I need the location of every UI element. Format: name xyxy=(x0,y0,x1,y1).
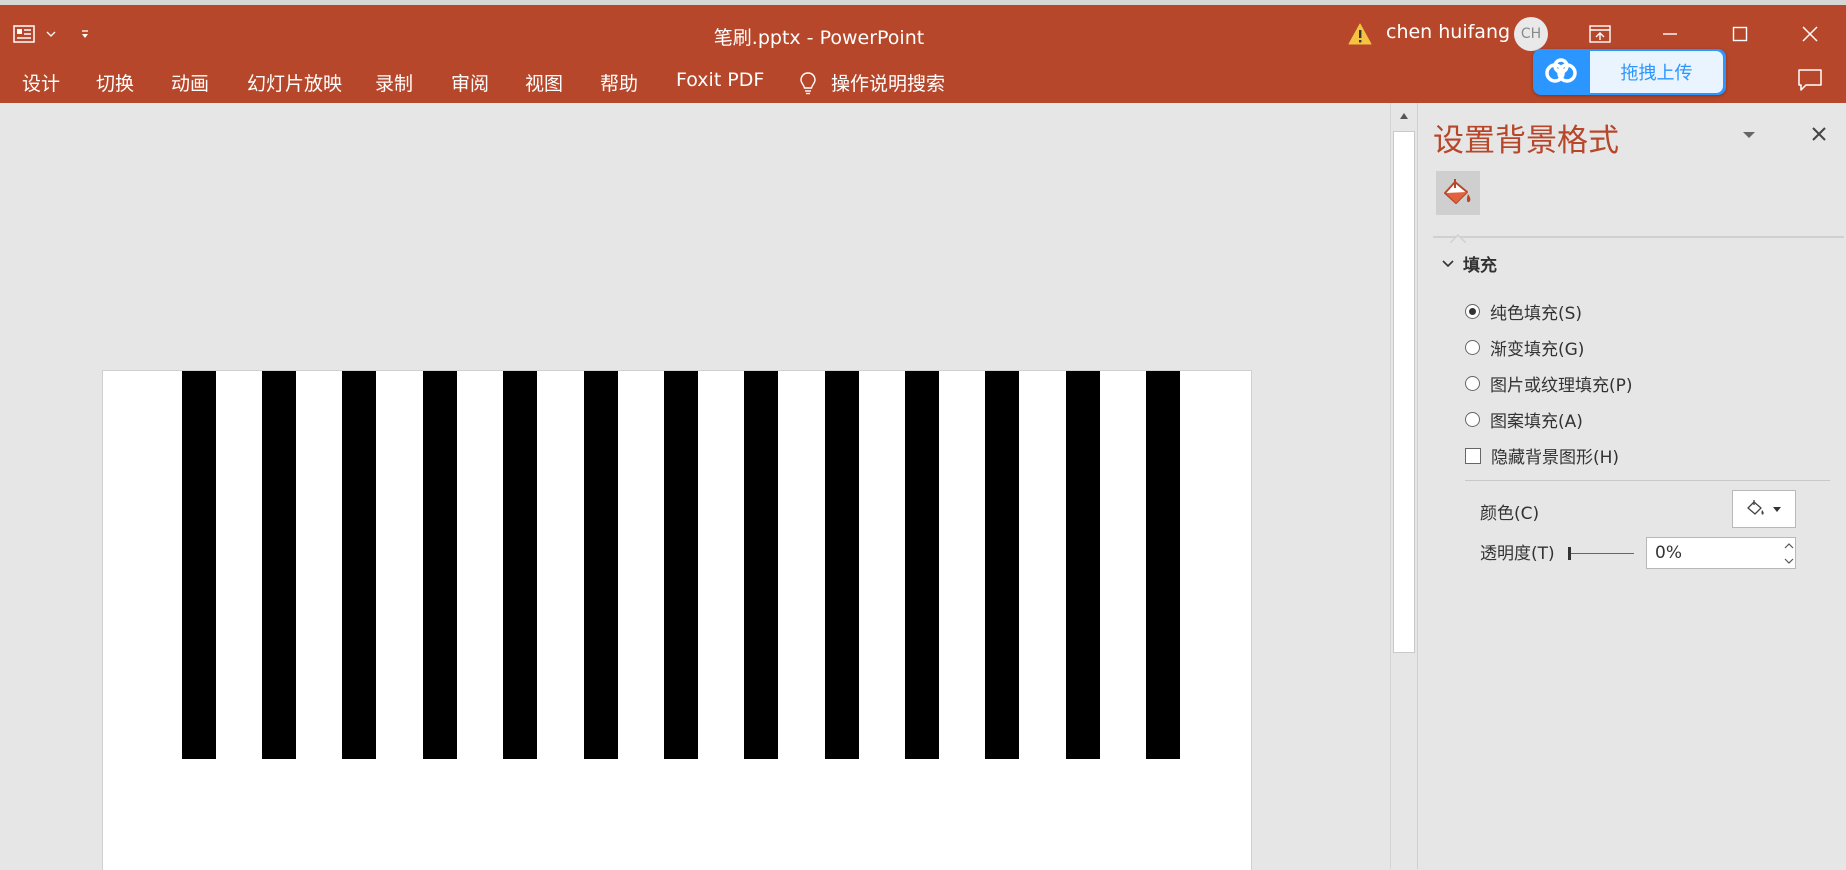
stripe[interactable] xyxy=(985,371,1019,759)
pane-divider xyxy=(1465,480,1830,481)
slide[interactable] xyxy=(102,370,1252,870)
vertical-scrollbar[interactable] xyxy=(1390,103,1417,869)
chevron-down-icon xyxy=(1442,259,1454,268)
tab-record[interactable]: 录制 xyxy=(375,69,413,96)
solid-fill-option[interactable]: 纯色填充(S) xyxy=(1465,299,1582,324)
minimize-icon[interactable] xyxy=(1655,19,1685,49)
stripe[interactable] xyxy=(423,371,457,759)
paint-bucket-icon xyxy=(1746,499,1766,519)
avatar[interactable]: CH xyxy=(1514,17,1548,51)
slide-canvas[interactable] xyxy=(0,103,1390,870)
tab-review[interactable]: 审阅 xyxy=(451,69,489,96)
picture-fill-option[interactable]: 图片或纹理填充(P) xyxy=(1465,371,1633,396)
pane-title: 设置背景格式 xyxy=(1433,123,1619,159)
tell-me-search-label: 操作说明搜索 xyxy=(831,73,946,95)
transparency-slider-knob[interactable] xyxy=(1568,547,1571,560)
gradient-fill-option[interactable]: 渐变填充(G) xyxy=(1465,335,1584,360)
fill-section-header[interactable]: 填充 xyxy=(1442,251,1497,276)
cloud-logo-icon xyxy=(1543,58,1579,90)
gradient-fill-radio[interactable] xyxy=(1465,340,1480,355)
tab-animations[interactable]: 动画 xyxy=(171,69,209,96)
cloud-upload-widget[interactable]: 拖拽上传 xyxy=(1533,49,1726,95)
paint-bucket-icon xyxy=(1441,176,1475,210)
tab-divider xyxy=(1433,236,1844,238)
stripe[interactable] xyxy=(182,371,216,759)
stripe[interactable] xyxy=(584,371,618,759)
picture-fill-radio[interactable] xyxy=(1465,376,1480,391)
spin-down-icon[interactable] xyxy=(1782,554,1796,568)
pattern-fill-option[interactable]: 图案填充(A) xyxy=(1465,407,1583,432)
tab-view[interactable]: 视图 xyxy=(525,69,563,96)
pane-options-dropdown-icon[interactable] xyxy=(1739,125,1759,145)
pattern-fill-radio[interactable] xyxy=(1465,412,1480,427)
user-name[interactable]: chen huifang xyxy=(1386,21,1510,43)
maximize-icon[interactable] xyxy=(1725,19,1755,49)
color-picker-button[interactable] xyxy=(1732,490,1796,528)
fill-section-label: 填充 xyxy=(1463,256,1497,276)
hide-background-checkbox[interactable] xyxy=(1465,447,1481,464)
hide-background-label: 隐藏背景图形(H) xyxy=(1491,448,1620,468)
upload-label: 拖拽上传 xyxy=(1590,51,1723,93)
stripe[interactable] xyxy=(262,371,296,759)
scroll-up-arrow-icon[interactable] xyxy=(1391,103,1417,129)
transparency-label: 透明度(T) xyxy=(1480,544,1555,564)
color-label: 颜色(C) xyxy=(1480,504,1540,524)
stripe[interactable] xyxy=(1146,371,1180,759)
hide-background-option[interactable]: 隐藏背景图形(H) xyxy=(1465,443,1619,468)
stripe[interactable] xyxy=(825,371,859,759)
transparency-input[interactable]: 0% xyxy=(1646,537,1796,569)
solid-fill-label: 纯色填充(S) xyxy=(1490,304,1583,324)
pane-close-icon[interactable] xyxy=(1807,122,1831,146)
picture-fill-label: 图片或纹理填充(P) xyxy=(1490,376,1633,396)
pattern-fill-label: 图案填充(A) xyxy=(1490,412,1583,432)
tab-help[interactable]: 帮助 xyxy=(600,69,638,96)
tell-me-search[interactable]: 操作说明搜索 xyxy=(799,69,945,96)
stripe[interactable] xyxy=(1066,371,1100,759)
stripe[interactable] xyxy=(664,371,698,759)
comments-icon[interactable] xyxy=(1797,68,1825,96)
chevron-down-icon xyxy=(1772,505,1782,513)
scroll-thumb[interactable] xyxy=(1393,131,1415,653)
fill-tab[interactable] xyxy=(1436,171,1480,215)
gradient-fill-label: 渐变填充(G) xyxy=(1490,340,1585,360)
stripe[interactable] xyxy=(905,371,939,759)
tab-foxit-pdf[interactable]: Foxit PDF xyxy=(676,69,764,91)
transparency-slider-track[interactable] xyxy=(1571,553,1634,554)
tab-transitions[interactable]: 切换 xyxy=(96,69,134,96)
stripe[interactable] xyxy=(744,371,778,759)
stripe[interactable] xyxy=(342,371,376,759)
stripe[interactable] xyxy=(503,371,537,759)
format-background-pane: 设置背景格式 填充 纯色填充(S) 渐变填充(G) 图片或纹理填充(P) 图案填… xyxy=(1417,103,1846,869)
tab-slideshow[interactable]: 幻灯片放映 xyxy=(247,69,342,96)
ribbon-display-options-icon[interactable] xyxy=(1585,19,1615,49)
warning-icon[interactable] xyxy=(1347,21,1373,47)
close-icon[interactable] xyxy=(1795,19,1825,49)
solid-fill-radio[interactable] xyxy=(1465,304,1480,319)
tab-pointer xyxy=(1449,228,1467,247)
lightbulb-icon xyxy=(799,71,817,95)
tab-design[interactable]: 设计 xyxy=(22,69,60,96)
spin-up-icon[interactable] xyxy=(1782,538,1796,552)
